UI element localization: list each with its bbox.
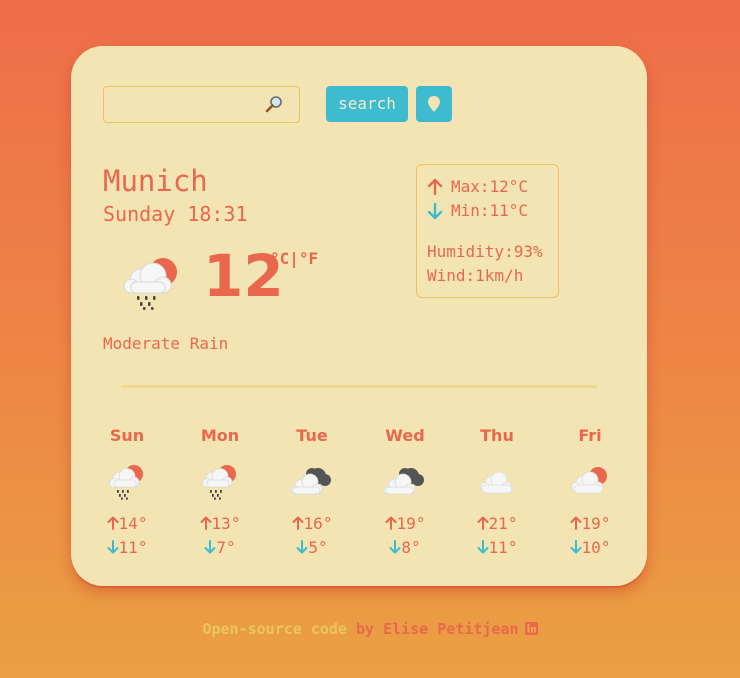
forecast-day: Sun 14° 11° (87, 426, 167, 560)
forecast-low: 5° (272, 536, 352, 560)
linkedin-icon[interactable] (524, 622, 538, 635)
arrow-down-icon (570, 540, 582, 554)
forecast-high-value: 19° (581, 514, 611, 533)
forecast-day: Fri 19° 10° (550, 426, 630, 560)
forecast-high-value: 21° (488, 514, 518, 533)
forecast-low-value: 8° (401, 538, 421, 557)
divider (121, 385, 597, 388)
footer: Open-source code by Elise Petitjean (0, 620, 740, 638)
forecast-low-value: 11° (118, 538, 148, 557)
forecast-high: 21° (457, 512, 537, 536)
forecast-day: Mon 13° 7° (180, 426, 260, 560)
arrow-up-icon (292, 516, 304, 530)
arrow-down-icon (204, 540, 216, 554)
location-button[interactable] (416, 86, 452, 122)
dark-clouds-icon (272, 460, 352, 500)
forecast-low: 11° (457, 536, 537, 560)
humidity: Humidity:93% (427, 242, 543, 261)
forecast-day: Wed 19° 8° (365, 426, 445, 560)
source-code-link[interactable]: Open-source code (202, 620, 347, 638)
min-temp: Min:11°C (451, 201, 529, 220)
wind: Wind:1km/h (427, 266, 524, 285)
cloud-icon (457, 460, 537, 500)
forecast-day-name: Sun (109, 426, 145, 445)
weather-card: search Munich Sunday 18:31 12 °C|°F Mode… (71, 46, 647, 586)
forecast-day: Thu 21° 11° (457, 426, 537, 560)
rain-sun-icon (180, 460, 260, 500)
forecast-high-value: 19° (396, 514, 426, 533)
forecast-low-value: 5° (308, 538, 328, 557)
forecast-low-value: 7° (216, 538, 236, 557)
forecast-low-value: 11° (488, 538, 518, 557)
forecast-low: 10° (550, 536, 630, 560)
forecast-day-name: Mon (200, 426, 240, 445)
forecast-high: 19° (550, 512, 630, 536)
forecast-high: 13° (180, 512, 260, 536)
rain-sun-icon (87, 460, 167, 500)
forecast-high-value: 16° (303, 514, 333, 533)
forecast-low-value: 10° (581, 538, 611, 557)
arrow-up-icon (477, 516, 489, 530)
forecast-high: 14° (87, 512, 167, 536)
date-time: Sunday 18:31 (103, 202, 248, 226)
forecast-low: 11° (87, 536, 167, 560)
weather-description: Moderate Rain (103, 334, 229, 353)
dark-clouds-icon (365, 460, 445, 500)
forecast-high-value: 13° (211, 514, 241, 533)
arrow-down-icon (296, 540, 308, 554)
forecast-high-value: 14° (118, 514, 148, 533)
arrow-down-icon (389, 540, 401, 554)
max-temp: Max:12°C (451, 177, 529, 196)
forecast-high: 16° (272, 512, 352, 536)
city-name: Munich (103, 164, 208, 198)
location-pin-icon (428, 96, 440, 112)
forecast-day-name: Thu (480, 426, 514, 445)
search-button[interactable]: search (326, 86, 408, 122)
arrow-down-icon (477, 540, 489, 554)
stats-box: Max:12°C Min:11°C Humidity:93% Wind:1km/… (416, 164, 559, 298)
forecast-day-name: Wed (385, 426, 425, 445)
unit-toggle[interactable]: °C|°F (270, 249, 318, 268)
forecast-day-name: Fri (578, 426, 602, 445)
author-credit[interactable]: by Elise Petitjean (347, 620, 519, 638)
arrow-down-icon (427, 202, 443, 220)
search-input[interactable] (103, 86, 300, 123)
arrow-up-icon (570, 516, 582, 530)
arrow-down-icon (107, 540, 119, 554)
arrow-up-icon (200, 516, 212, 530)
forecast-day: Tue 16° 5° (272, 426, 352, 560)
forecast-high: 19° (365, 512, 445, 536)
arrow-up-icon (427, 178, 443, 196)
arrow-up-icon (107, 516, 119, 530)
forecast-low: 7° (180, 536, 260, 560)
rain-sun-icon (123, 252, 183, 314)
cloud-sun-icon (550, 460, 630, 500)
forecast-day-name: Tue (296, 426, 328, 445)
forecast-low: 8° (365, 536, 445, 560)
arrow-up-icon (385, 516, 397, 530)
search-icon (265, 96, 282, 113)
